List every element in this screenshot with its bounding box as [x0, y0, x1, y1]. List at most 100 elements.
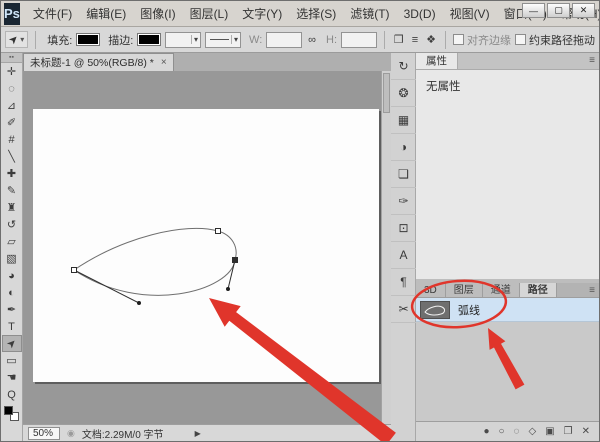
pen-icon: ✒: [6, 304, 17, 316]
tab-channels[interactable]: 通道: [482, 283, 520, 297]
divider: [445, 30, 447, 49]
close-button[interactable]: ✕: [572, 3, 595, 18]
new-path-button[interactable]: ❐: [564, 426, 573, 437]
vertical-scrollbar[interactable]: [381, 71, 391, 424]
stroke-color-swatch[interactable]: [137, 33, 162, 46]
tab-3d[interactable]: 3D: [416, 283, 446, 297]
gradient-icon: ▧: [6, 253, 17, 265]
hand-icon: ☚: [6, 372, 17, 384]
history-panel-icon[interactable]: ↻: [391, 53, 416, 80]
styles-panel-icon[interactable]: ❏: [391, 161, 416, 188]
teardrop-path-shape[interactable]: [23, 71, 381, 424]
align-edges-checkbox[interactable]: [453, 34, 465, 45]
paragraph-panel-icon[interactable]: ¶: [391, 269, 416, 296]
foreground-background-swatches[interactable]: [4, 406, 19, 421]
clone-source-panel-icon[interactable]: ⊡: [391, 215, 416, 242]
zoom-level-input[interactable]: 50%: [28, 426, 60, 440]
eyedropper-tool[interactable]: ╲: [2, 148, 22, 165]
tool-presets-panel-icon[interactable]: ✂: [391, 296, 416, 323]
zoom-tool[interactable]: Q: [2, 386, 22, 403]
path-selection-tool[interactable]: ➤: [1, 335, 22, 352]
panel-menu-icon[interactable]: ≡: [589, 285, 595, 296]
selection-from-path-button[interactable]: ◇: [528, 426, 536, 437]
move-tool[interactable]: ✛: [2, 63, 22, 80]
brush-panel-icon[interactable]: ✑: [391, 188, 416, 215]
anchor-point[interactable]: [71, 267, 77, 273]
menu-layer[interactable]: 图层(L): [183, 5, 236, 22]
handle-point[interactable]: [226, 287, 230, 291]
stroke-width-select[interactable]: ▾: [165, 31, 202, 48]
path-selection-tool-icon: ➤: [6, 32, 22, 48]
maximize-button[interactable]: ▢: [547, 3, 570, 18]
hand-tool[interactable]: ☚: [2, 369, 22, 386]
toolbox-collapse-grip[interactable]: ▪▪: [1, 53, 22, 63]
swatches-panel-icon[interactable]: ▦: [391, 107, 416, 134]
menu-edit[interactable]: 编辑(E): [79, 5, 133, 22]
menu-type[interactable]: 文字(Y): [235, 5, 289, 22]
menu-view[interactable]: 视图(V): [443, 5, 497, 22]
color-panel-icon[interactable]: ❂: [391, 80, 416, 107]
quick-selection-icon: ✐: [6, 117, 17, 129]
character-panel-icon[interactable]: A: [391, 242, 416, 269]
scrollbar-thumb[interactable]: [383, 73, 390, 113]
path-list-item[interactable]: 弧线: [416, 298, 599, 322]
link-dimensions-icon[interactable]: ∞: [306, 34, 318, 46]
dodge-icon: ◐: [8, 286, 15, 299]
quick-selection-tool[interactable]: ✐: [2, 114, 22, 131]
align-edges-option[interactable]: 对齐边缘: [453, 32, 511, 48]
tab-paths[interactable]: 路径: [519, 283, 557, 297]
history-brush-tool[interactable]: ↺: [2, 216, 22, 233]
menu-select[interactable]: 选择(S): [289, 5, 343, 22]
panel-menu-icon[interactable]: ≡: [589, 55, 595, 66]
foreground-color-swatch[interactable]: [4, 406, 13, 415]
move-icon: ✛: [6, 66, 17, 78]
marquee-tool[interactable]: ◌: [2, 80, 22, 97]
dodge-tool[interactable]: ◐: [2, 284, 22, 301]
crop-tool[interactable]: #: [2, 131, 22, 148]
anchor-point[interactable]: [215, 228, 221, 234]
brush-tool[interactable]: ✎: [2, 182, 22, 199]
add-mask-button[interactable]: ▣: [545, 426, 554, 437]
tab-properties[interactable]: 属性: [416, 53, 458, 69]
minimize-button[interactable]: —: [522, 3, 545, 18]
delete-path-button[interactable]: ✕: [582, 426, 590, 437]
path-as-selection-button[interactable]: ◌: [514, 426, 520, 437]
clone-stamp-tool[interactable]: ♜: [2, 199, 22, 216]
stroke-path-button[interactable]: ○: [498, 426, 504, 437]
status-expand-arrow[interactable]: ▶: [195, 429, 201, 438]
blur-tool[interactable]: ◕: [2, 267, 22, 284]
menu-filter[interactable]: 滤镜(T): [343, 5, 396, 22]
rectangle-tool[interactable]: ▭: [2, 352, 22, 369]
anchor-point[interactable]: [232, 257, 238, 263]
width-label: W:: [249, 33, 263, 46]
constrain-path-checkbox[interactable]: [515, 34, 527, 45]
constrain-path-option[interactable]: 约束路径拖动: [515, 32, 595, 48]
menu-3d[interactable]: 3D(D): [397, 7, 443, 21]
eraser-tool[interactable]: ▱: [2, 233, 22, 250]
fill-path-button[interactable]: ●: [483, 426, 489, 437]
path-name-label[interactable]: 弧线: [458, 302, 480, 318]
lasso-tool[interactable]: ⊿: [2, 97, 22, 114]
fill-color-swatch[interactable]: [76, 33, 101, 46]
width-input[interactable]: [266, 31, 303, 48]
adjustments-panel-icon[interactable]: ◑: [391, 134, 416, 161]
height-input[interactable]: [341, 31, 377, 48]
tab-layers[interactable]: 图层: [445, 283, 483, 297]
type-tool[interactable]: T: [2, 318, 22, 335]
healing-brush-tool[interactable]: ✚: [2, 165, 22, 182]
document-tab[interactable]: 未标题-1 @ 50%(RGB/8) * ×: [23, 53, 174, 71]
path-operations-icon[interactable]: ❒: [392, 33, 406, 46]
menu-image[interactable]: 图像(I): [133, 5, 182, 22]
path-arrangement-icon[interactable]: ❖: [424, 33, 438, 46]
chevron-down-icon: ▾: [191, 35, 198, 44]
canvas-region[interactable]: [23, 71, 381, 424]
handle-point[interactable]: [137, 301, 141, 305]
path-thumbnail[interactable]: [420, 300, 450, 319]
tool-preset-picker[interactable]: ➤ ▾: [5, 31, 29, 48]
tab-close-icon[interactable]: ×: [161, 57, 167, 68]
menu-file[interactable]: 文件(F): [26, 5, 79, 22]
gradient-tool[interactable]: ▧: [2, 250, 22, 267]
path-alignment-icon[interactable]: ≡: [410, 34, 420, 46]
pen-tool[interactable]: ✒: [2, 301, 22, 318]
stroke-type-select[interactable]: ▾: [205, 31, 242, 48]
